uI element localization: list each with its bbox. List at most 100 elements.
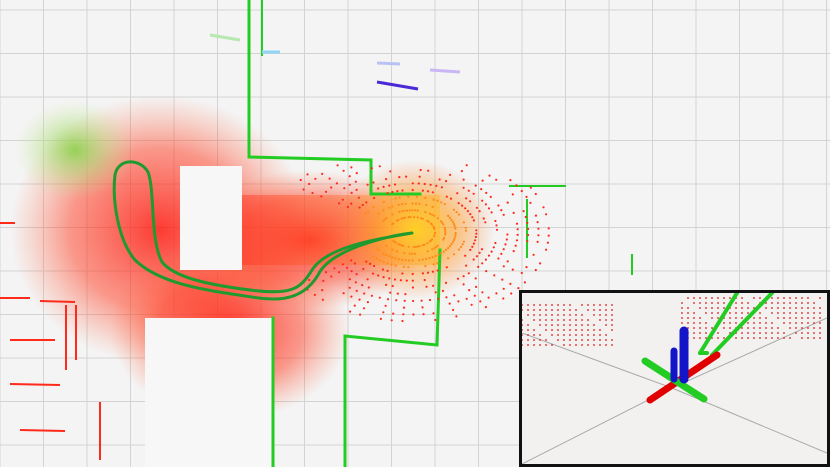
scan-point [497,204,500,207]
inset-scan-point [599,334,601,336]
inset-scan-point [581,319,583,321]
scan-point [426,242,429,245]
scan-point [466,210,469,213]
scan-point [432,263,435,266]
scan-point [490,211,493,214]
scan-point [468,289,471,292]
inset-scan-point [717,312,719,314]
scan-point [472,242,475,245]
heat-blob-right [335,160,495,300]
inset-scan-point [593,339,595,341]
scan-point [506,260,509,263]
inset-scan-point [575,324,577,326]
inset-scan-point [765,332,767,334]
scan-point [536,221,539,224]
scan-point [348,175,351,178]
scan-point [452,308,455,312]
inset-scan-point [741,307,743,309]
scan-point [299,178,302,182]
inset-scan-point [717,302,719,304]
inset-scan-point [765,327,767,329]
scan-point [431,270,434,273]
inset-scan-point [681,317,683,319]
inset-scan-point [795,312,797,314]
scan-point [489,195,492,198]
scan-point [398,176,401,179]
scan-point [455,315,458,318]
scan-point [393,278,397,281]
scan-point [515,239,519,242]
inset-scan-point [587,334,589,336]
inset-scan-point [741,297,743,299]
scan-point [461,243,464,246]
scan-point [428,257,431,260]
scan-point [461,204,464,207]
scan-point [502,287,505,290]
inset-scan-point [545,344,547,346]
scan-point [342,292,345,295]
inset-scan-point [533,334,535,336]
inset-scan-point [539,339,541,341]
scan-point [306,173,309,176]
inset-scan-point [681,307,683,309]
scan-point [321,298,324,301]
scan-point [477,265,480,268]
inset-scan-point [581,334,583,336]
inset-scan-point [759,312,761,314]
scan-point [385,244,388,248]
scan-point [409,215,412,219]
inset-scan-point [783,317,785,319]
3d-viewer[interactable] [0,0,830,467]
scan-point [516,228,519,231]
scan-point [449,173,452,176]
inset-scan-point [789,312,791,314]
scan-point [474,277,477,280]
inset-scan-point [771,307,773,309]
scan-point [391,190,394,194]
scan-point [447,247,450,250]
inset-scan-point [777,312,779,314]
inset-scan-point [587,304,589,306]
scan-point [474,235,477,239]
scan-point [355,188,358,191]
inset-scan-point [581,344,583,346]
inset-scan-point [813,317,815,319]
inset-scan-point [693,302,695,304]
inset-scan-point [681,312,683,314]
scan-point [495,228,499,231]
scan-point [421,306,424,309]
inset-scan-point [747,337,749,339]
scan-point [475,232,478,235]
scan-point [532,253,535,256]
scan-point [302,188,305,191]
inset-scan-point [605,314,607,316]
scan-point [388,255,391,258]
scan-point [416,216,419,219]
inset-scan-point [587,329,589,331]
scan-point [448,245,451,248]
scan-point [469,200,472,203]
scan-point [377,187,380,190]
inset-scan-point [533,304,535,306]
inset-scan-point [611,309,613,311]
inset-scan-point [783,322,785,324]
inset-scan-point [599,304,601,306]
inset-scan-point [593,334,595,336]
inset-scan-point [575,319,577,321]
scan-point [520,189,523,193]
scan-point [440,252,443,255]
scan-point [370,167,373,170]
scan-point [350,202,353,205]
inset-scan-point [699,297,701,299]
scan-point [391,205,394,208]
scan-point [454,227,457,230]
scan-point [427,169,430,172]
scan-point [382,252,385,255]
inset-scan-point [563,309,565,311]
inset-scan-point [599,339,601,341]
inset-scan-point [533,319,535,321]
inset-scan-point [557,314,559,316]
scan-point [422,313,425,316]
inset-scan-point [563,304,565,306]
scan-point [401,258,404,261]
